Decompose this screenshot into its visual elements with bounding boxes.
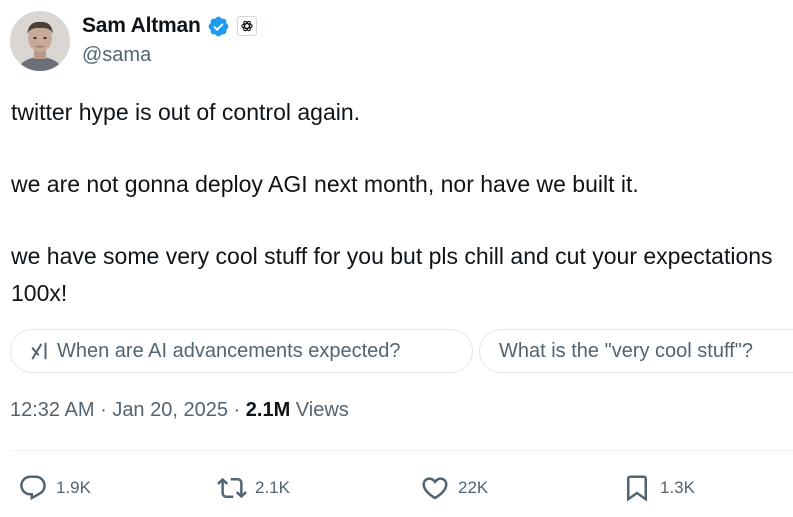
grok-suggestion-label: When are AI advancements expected? — [57, 339, 401, 362]
tweet-date[interactable]: Jan 20, 2025 — [112, 399, 228, 421]
author-display-name[interactable]: Sam Altman — [82, 14, 201, 38]
divider — [10, 450, 793, 451]
like-button[interactable]: 22K — [420, 472, 488, 504]
grok-suggestion-label: What is the "very cool stuff"? — [499, 339, 753, 362]
grok-suggestion-button[interactable]: What is the "very cool stuff"? — [479, 329, 793, 373]
verified-badge-icon[interactable] — [207, 15, 230, 38]
author-handle[interactable]: @sama — [82, 44, 151, 67]
heart-icon — [420, 473, 458, 503]
tweet-text: twitter hype is out of control again. we… — [11, 94, 781, 312]
tweet-paragraph: twitter hype is out of control again. — [11, 99, 361, 125]
views-label: Views — [295, 399, 349, 421]
retweet-count: 2.1K — [255, 478, 290, 497]
retweet-button[interactable]: 2.1K — [217, 472, 290, 504]
reply-icon — [18, 473, 56, 503]
avatar[interactable] — [10, 11, 70, 71]
tweet-paragraph: we are not gonna deploy AGI next month, … — [11, 171, 639, 197]
author-name-row: Sam Altman — [82, 12, 257, 40]
grok-icon — [29, 340, 51, 362]
bookmark-count: 1.3K — [660, 478, 695, 497]
views-count: 2.1M — [245, 399, 291, 421]
retweet-icon — [217, 473, 255, 503]
bookmark-icon — [622, 473, 660, 503]
reply-count: 1.9K — [56, 478, 91, 497]
like-count: 22K — [458, 478, 489, 497]
grok-suggestion-button[interactable]: When are AI advancements expected? — [10, 329, 473, 373]
tweet-paragraph: we have some very cool stuff for you but… — [11, 243, 773, 306]
meta-separator: · — [100, 399, 107, 421]
tweet-time[interactable]: 12:32 AM — [10, 399, 95, 421]
openai-logo-icon[interactable] — [236, 16, 257, 36]
reply-button[interactable]: 1.9K — [18, 472, 91, 504]
meta-separator: · — [233, 399, 241, 421]
tweet-meta: 12:32 AM · Jan 20, 2025 · 2.1M Views — [10, 399, 349, 422]
bookmark-button[interactable]: 1.3K — [622, 472, 695, 504]
